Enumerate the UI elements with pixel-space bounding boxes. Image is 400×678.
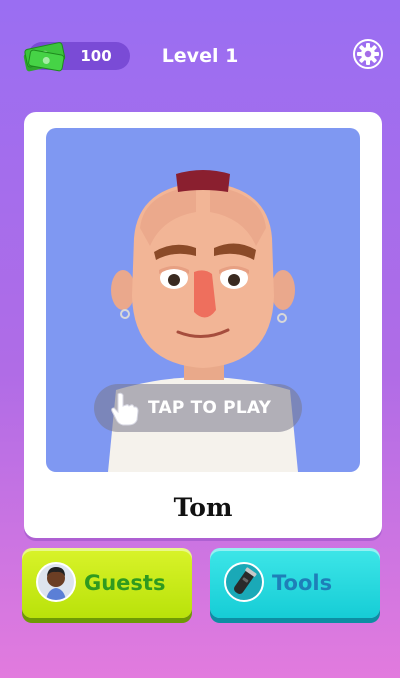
hair-clipper-icon xyxy=(224,562,264,602)
cash-value: 100 xyxy=(80,47,112,65)
money-stack-icon xyxy=(23,42,66,72)
gear-icon[interactable] xyxy=(352,38,384,70)
tools-label: Tools xyxy=(272,571,333,595)
tools-button[interactable]: Tools xyxy=(210,548,380,618)
guest-name: Tom xyxy=(173,493,233,522)
pointing-hand-icon xyxy=(111,392,139,426)
guests-button[interactable]: Guests xyxy=(22,548,192,618)
guests-label: Guests xyxy=(84,571,166,595)
tap-to-play-label: TAP TO PLAY xyxy=(148,398,272,418)
level-title: Level 1 xyxy=(161,45,239,67)
guest-avatar-icon xyxy=(36,562,76,602)
